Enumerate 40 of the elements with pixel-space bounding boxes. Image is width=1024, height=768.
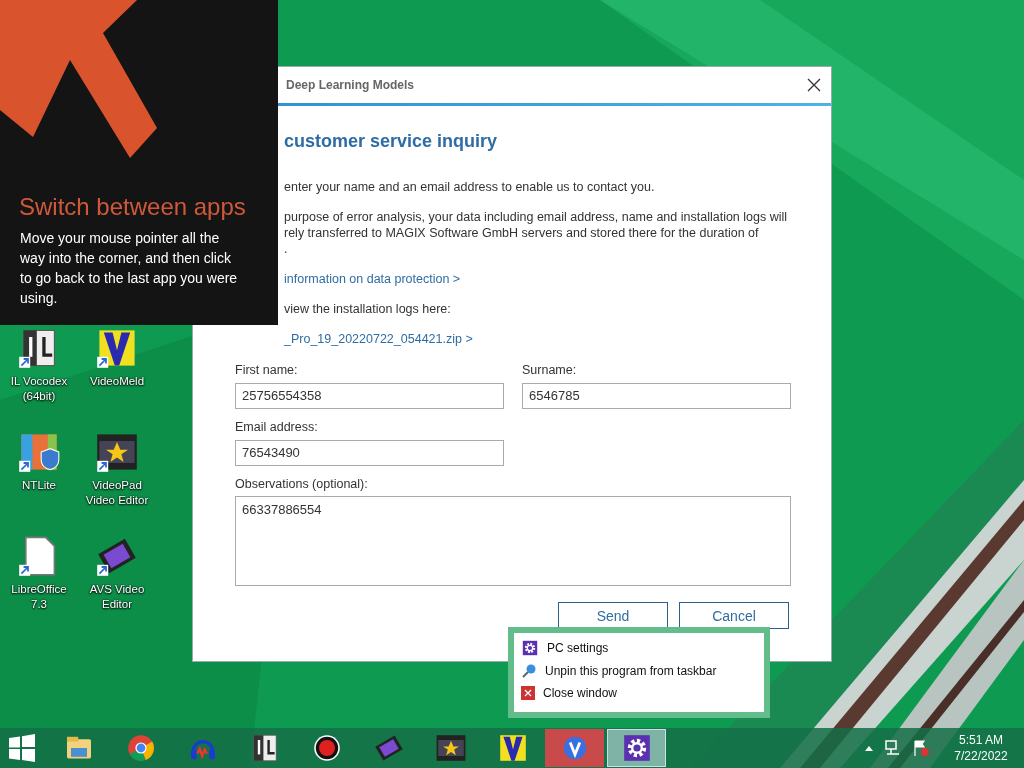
clock-time[interactable]: 5:51 AM (946, 732, 1016, 748)
clock-date[interactable]: 7/22/2022 (946, 748, 1016, 764)
desktop-icon-label[interactable]: IL Vocodex (64bit) (10, 374, 68, 404)
windows-start-icon[interactable] (8, 734, 36, 762)
send-button[interactable]: Send (558, 602, 668, 630)
flag-icon[interactable] (912, 739, 930, 757)
menu-item[interactable]: PC settings (547, 639, 609, 658)
paragraph: purpose of error analysis, your data including email address, name and installation logs will rely transferred to MAGIX Software GmbH servers and stored there for the duration of . (284, 209, 789, 257)
link[interactable]: _Pro_19_20220722_054421.zip > (284, 331, 789, 347)
field-label: Email address: (235, 418, 319, 436)
menu-item[interactable]: Unpin this program from taskbar (545, 661, 717, 680)
pin-icon (521, 662, 537, 679)
desktop-icon-label[interactable]: VideoPad Video Editor (85, 478, 149, 508)
input-field[interactable]: 76543490 (235, 439, 504, 466)
input-field[interactable]: 25756554358 (235, 382, 504, 409)
dialog-heading: customer service inquiry (284, 130, 499, 153)
taskbar-button[interactable] (607, 729, 666, 767)
field-label: First name: (235, 362, 299, 379)
arrow-icon (0, 0, 160, 160)
gear-icon (521, 639, 539, 658)
caret-icon[interactable] (864, 744, 874, 752)
tip-text: Move your mouse pointer all the way into the corner, and then click to go back to the last app you were using. (20, 229, 239, 308)
paragraph: view the installation logs here: (284, 301, 452, 317)
menu-item[interactable]: Close window (543, 684, 618, 703)
input-field[interactable]: 6546785 (522, 382, 791, 409)
desktop-icon-label[interactable]: LibreOffice 7.3 (11, 582, 67, 612)
text-area[interactable]: 66337886554 (235, 496, 791, 587)
tip-title: Switch between apps (19, 192, 246, 222)
window-title: Deep Learning Models (286, 77, 415, 94)
network-icon[interactable] (884, 739, 902, 757)
paragraph: enter your name and an email address to enable us to contact you. (284, 179, 656, 195)
desktop-icon-label[interactable]: AVS Video Editor (89, 582, 145, 612)
close-button[interactable] (805, 76, 823, 94)
field-label: Surname: (522, 362, 578, 379)
link[interactable]: information on data protection > (284, 271, 789, 287)
desktop-icon-label[interactable]: NTLite (22, 478, 56, 493)
cancel-button[interactable]: Cancel (679, 602, 789, 630)
desktop-icon-label[interactable]: VideoMeld (89, 374, 145, 389)
field-label: Observations (optional): (235, 475, 369, 493)
close-icon (521, 686, 535, 701)
